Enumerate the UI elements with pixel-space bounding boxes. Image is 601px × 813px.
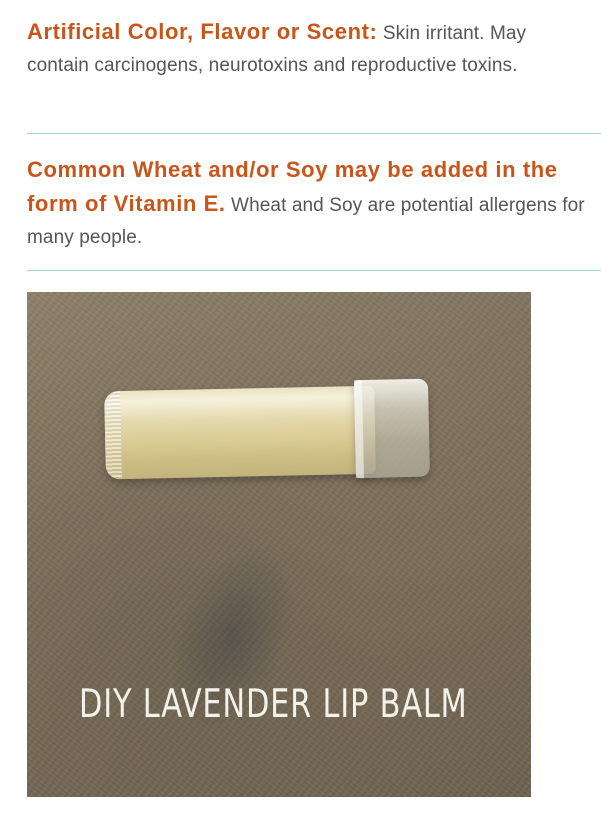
lip-balm-tube-cap [353, 378, 430, 479]
ingredient-heading: Artificial Color, Flavor or Scent: [27, 19, 378, 44]
photo-caption: DIY LAVENDER LIP BALM [79, 682, 468, 727]
section-divider [27, 270, 601, 271]
section-divider [27, 133, 601, 134]
lip-balm-tube-body [104, 385, 376, 480]
lip-balm-photo: DIY LAVENDER LIP BALM [27, 292, 531, 797]
ingredient-warning-artificial-color: Artificial Color, Flavor or Scent: Skin … [27, 16, 587, 82]
ingredient-warning-wheat-soy: Common Wheat and/or Soy may be added in … [27, 154, 587, 254]
lip-balm-tube [104, 378, 430, 486]
lip-balm-tube-base [104, 391, 122, 480]
